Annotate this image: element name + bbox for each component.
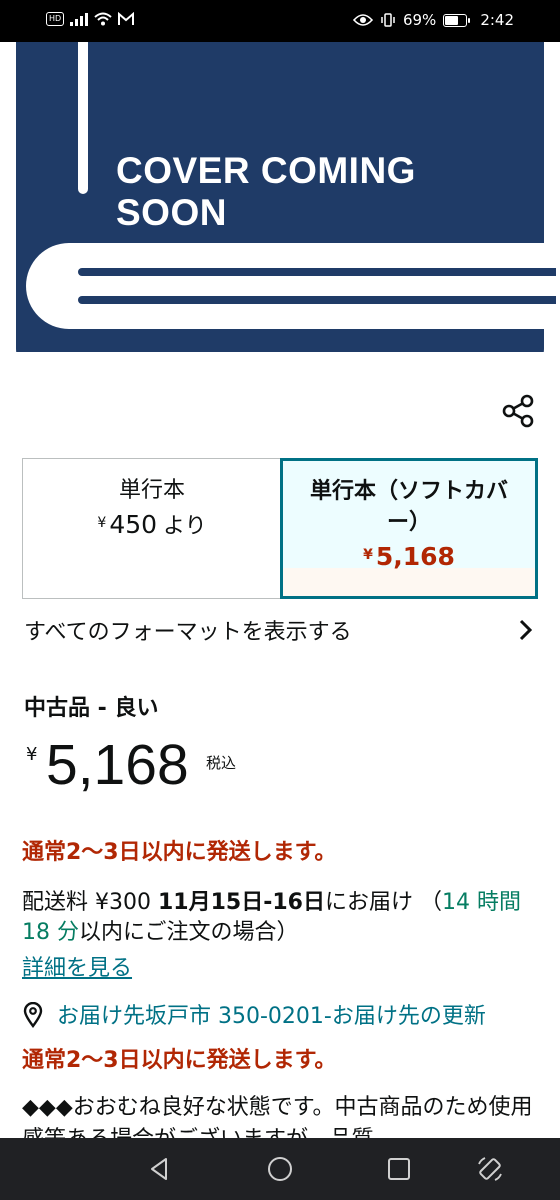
currency-symbol: ¥ <box>26 744 38 765</box>
hd-icon: HD <box>46 12 65 26</box>
format-price-value: 5,168 <box>375 542 455 571</box>
recents-icon[interactable] <box>385 1155 413 1183</box>
delivery-info: 配送料 ¥300 11月15日-16日にお届け （14 時間 18 分以内にご注… <box>22 888 532 948</box>
currency-symbol: ¥ <box>97 515 107 531</box>
battery-fill <box>445 15 459 25</box>
delivery-arrive-label: にお届け <box>324 890 413 915</box>
delivery-dates: 11月15日-16日 <box>157 890 325 915</box>
countdown-suffix: 以内にご注文の場合） <box>79 920 299 945</box>
shipping-note: 通常2〜3日以内に発送します。 <box>22 1048 337 1073</box>
back-icon[interactable] <box>146 1155 174 1183</box>
page-line <box>78 268 556 276</box>
share-icon[interactable] <box>500 392 538 430</box>
signal-icon <box>70 12 89 26</box>
condition-label: 中古品 - 良い <box>24 696 159 721</box>
chevron-right-icon <box>519 619 533 641</box>
vibrate-icon <box>381 13 395 27</box>
tax-included-label: 税込 <box>206 754 237 772</box>
eye-icon <box>352 14 373 26</box>
page-line <box>78 296 556 304</box>
book-spine-line <box>78 42 88 194</box>
price-amount: 5,168 <box>46 733 189 797</box>
shipping-fee: 配送料 ¥300 <box>22 890 151 915</box>
format-name: 単行本（ソフトカバー） <box>309 479 508 535</box>
status-bar: HD 69% 2:42 <box>0 0 560 42</box>
see-all-formats-link[interactable]: すべてのフォーマットを表示する <box>24 614 534 650</box>
format-price: ¥450 より <box>23 506 281 544</box>
wifi-icon <box>94 12 112 26</box>
shipping-note: 通常2〜3日以内に発送します。 <box>22 840 337 865</box>
home-icon[interactable] <box>266 1155 294 1183</box>
delivery-location-text: お届け先坂戸市 350-0201‐お届け先の更新 <box>57 1004 486 1029</box>
location-pin-icon <box>23 1002 43 1028</box>
item-description: ◆◆◆おおむね良好な状態です。中古商品のため使用感等ある場合がございますが、品質 <box>22 1095 533 1140</box>
book-pages <box>26 243 556 329</box>
delivery-location-link[interactable]: お届け先坂戸市 350-0201‐お届け先の更新 <box>22 998 542 1032</box>
details-link[interactable]: 詳細を見る <box>22 950 132 982</box>
price-suffix: より <box>163 514 207 539</box>
format-option-softcover-selected[interactable]: 単行本（ソフトカバー） ¥5,168 <box>280 458 538 599</box>
format-option-tankobon[interactable]: 単行本 ¥450 より <box>22 458 281 599</box>
clock: 2:42 <box>480 11 514 29</box>
battery-icon <box>443 13 471 27</box>
rotate-screen-icon[interactable] <box>476 1155 504 1183</box>
mail-notification-icon <box>118 12 135 25</box>
product-image[interactable]: COVER COMING SOON <box>0 42 560 352</box>
cover-coming-soon-text: COVER COMING SOON <box>116 150 416 233</box>
format-price-value: 450 <box>109 510 158 539</box>
battery-percent: 69% <box>402 11 437 29</box>
see-all-formats-label: すべてのフォーマットを表示する <box>24 620 352 645</box>
format-price: ¥5,168 <box>283 538 535 574</box>
format-name: 単行本 <box>118 478 185 503</box>
paren-open: （ <box>419 890 442 915</box>
system-nav-bar <box>0 1138 560 1200</box>
currency-symbol: ¥ <box>363 547 373 563</box>
